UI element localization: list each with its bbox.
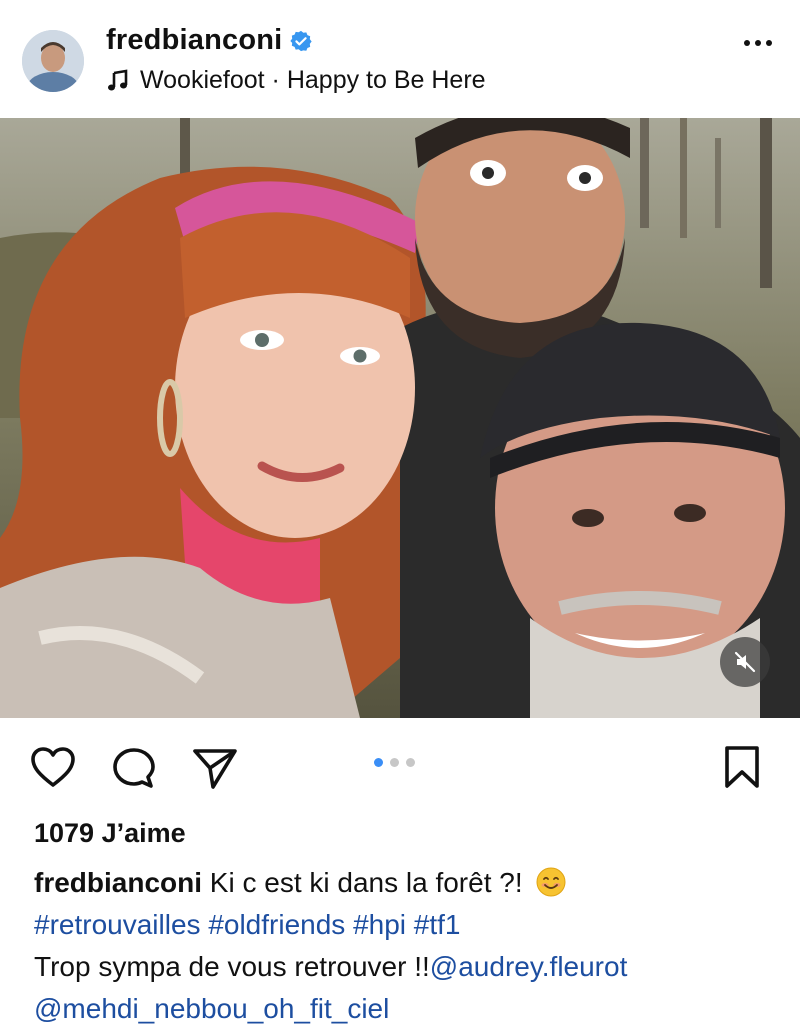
caption-text: Ki c est ki dans la forêt ?! (209, 867, 523, 898)
avatar[interactable] (22, 30, 84, 92)
audio-track-label[interactable]: Wookiefoot · Happy to Be Here (140, 66, 486, 95)
comment-icon[interactable] (111, 746, 157, 790)
hashtag-link[interactable]: #oldfriends (208, 909, 345, 940)
caption-hashtags: #retrouvailles #oldfriends #hpi #tf1 (34, 904, 784, 946)
post-photo-illustration (0, 118, 800, 718)
carousel-dot (406, 758, 415, 767)
caption-text-2: Trop sympa de vous retrouver !! (34, 951, 430, 982)
heart-icon[interactable] (30, 746, 76, 788)
carousel-dot-active (374, 758, 383, 767)
caption-line-1: fredbianconi Ki c est ki dans la forêt ?… (34, 862, 784, 904)
post-photo[interactable] (0, 118, 800, 718)
mute-button[interactable] (720, 637, 770, 687)
mention-link[interactable]: @mehdi_nebbou_oh_fit_ciel (34, 993, 389, 1024)
carousel-dot (390, 758, 399, 767)
post-caption: fredbianconi Ki c est ki dans la forêt ?… (34, 862, 784, 1030)
likes-count[interactable]: 1079 J’aime (34, 818, 186, 849)
post-header: fredbianconi Wookiefoot · Happy to Be He… (0, 0, 800, 118)
username-text[interactable]: fredbianconi (106, 24, 282, 57)
post-username[interactable]: fredbianconi (106, 24, 313, 57)
smiling-face-emoji (536, 867, 566, 897)
more-horizontal-icon (744, 40, 750, 46)
hashtag-link[interactable]: #tf1 (414, 909, 461, 940)
mention-link[interactable]: @audrey.fleurot (430, 951, 628, 982)
bookmark-icon[interactable] (722, 744, 762, 790)
verified-badge-icon (290, 30, 313, 51)
action-bar (0, 718, 800, 818)
more-options-button[interactable] (744, 40, 772, 46)
caption-line-3: Trop sympa de vous retrouver !!@audrey.f… (34, 946, 784, 988)
audio-attribution[interactable]: Wookiefoot · Happy to Be Here (106, 66, 486, 95)
carousel-indicator (374, 758, 415, 767)
hashtag-link[interactable]: #hpi (353, 909, 406, 940)
share-icon[interactable] (191, 746, 239, 790)
mute-icon (734, 651, 756, 673)
music-note-icon (108, 68, 128, 90)
caption-username[interactable]: fredbianconi (34, 867, 202, 898)
caption-line-4: @mehdi_nebbou_oh_fit_ciel (34, 988, 784, 1030)
hashtag-link[interactable]: #retrouvailles (34, 909, 201, 940)
